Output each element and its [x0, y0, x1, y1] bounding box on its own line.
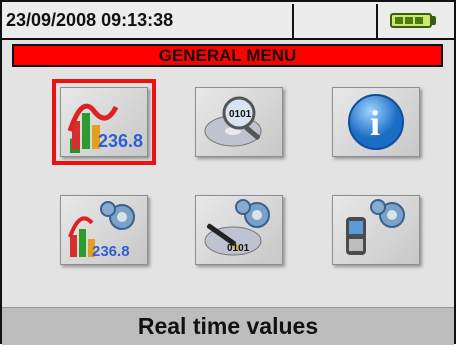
analyzer-value-text: 236.8: [92, 243, 130, 260]
info-glyph: i: [370, 103, 380, 143]
chart-value-text: 236.8: [98, 131, 143, 151]
analyzer-config-button[interactable]: 236.8: [60, 195, 148, 265]
info-icon: i: [348, 94, 404, 150]
status-bar: 23/09/2008 09:13:38: [2, 2, 454, 40]
instrument-config-button[interactable]: [332, 195, 420, 265]
information-button[interactable]: i: [332, 87, 420, 157]
binary-digits-text-2: 0101: [227, 243, 250, 254]
recording-settings-icon: 0101: [204, 199, 270, 256]
data-search-icon: 0101: [204, 96, 262, 147]
recording-config-button[interactable]: 0101: [195, 195, 283, 265]
real-time-chart-icon: 236.8: [67, 103, 143, 153]
battery-icon: [380, 4, 454, 38]
status-slot-empty: [296, 4, 378, 38]
datetime-display: 23/09/2008 09:13:38: [4, 4, 294, 38]
data-analysis-button[interactable]: 0101: [195, 87, 283, 157]
binary-digits-text: 0101: [229, 109, 252, 120]
selected-item-label: Real time values: [2, 307, 454, 345]
menu-title: GENERAL MENU: [12, 44, 443, 67]
instrument-screen: 23/09/2008 09:13:38 GENERAL MENU 236.8 0…: [0, 0, 456, 345]
instrument-settings-icon: [346, 199, 405, 255]
real-time-values-button[interactable]: 236.8: [52, 79, 156, 165]
analyzer-settings-icon: 236.8: [68, 201, 135, 260]
